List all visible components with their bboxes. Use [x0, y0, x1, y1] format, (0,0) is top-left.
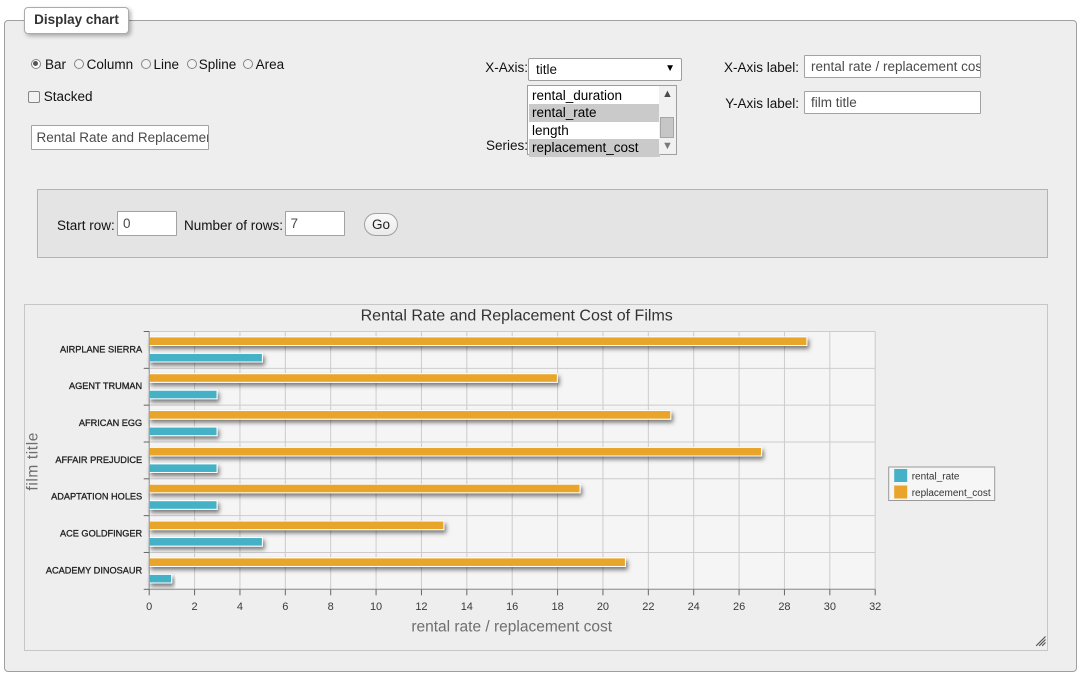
svg-text:film title: film title	[25, 432, 42, 491]
svg-text:16: 16	[506, 601, 518, 613]
svg-text:ACE GOLDFINGER: ACE GOLDFINGER	[60, 529, 143, 539]
svg-text:12: 12	[416, 601, 428, 613]
svg-text:20: 20	[597, 601, 609, 613]
svg-text:30: 30	[824, 601, 836, 613]
svg-text:rental_rate: rental_rate	[912, 472, 960, 483]
svg-text:22: 22	[643, 601, 655, 613]
svg-text:24: 24	[688, 601, 700, 613]
svg-text:14: 14	[461, 601, 473, 613]
svg-text:Rental Rate and Replacement Co: Rental Rate and Replacement Cost of Film…	[361, 308, 673, 325]
svg-text:replacement_cost: replacement_cost	[912, 488, 991, 499]
svg-text:18: 18	[552, 601, 564, 613]
svg-text:AFFAIR PREJUDICE: AFFAIR PREJUDICE	[56, 455, 143, 465]
svg-text:26: 26	[733, 601, 745, 613]
svg-text:2: 2	[192, 601, 198, 613]
svg-text:rental rate / replacement cost: rental rate / replacement cost	[412, 619, 613, 636]
svg-text:AIRPLANE SIERRA: AIRPLANE SIERRA	[60, 344, 143, 354]
svg-text:32: 32	[869, 601, 881, 613]
svg-text:0: 0	[146, 601, 152, 613]
svg-text:28: 28	[779, 601, 791, 613]
svg-text:4: 4	[237, 601, 243, 613]
svg-text:8: 8	[328, 601, 334, 613]
svg-text:ACADEMY DINOSAUR: ACADEMY DINOSAUR	[46, 565, 143, 575]
svg-text:AFRICAN EGG: AFRICAN EGG	[79, 418, 142, 428]
svg-text:ADAPTATION HOLES: ADAPTATION HOLES	[51, 492, 142, 502]
svg-text:AGENT TRUMAN: AGENT TRUMAN	[69, 381, 142, 391]
svg-text:10: 10	[370, 601, 382, 613]
svg-text:6: 6	[283, 601, 289, 613]
